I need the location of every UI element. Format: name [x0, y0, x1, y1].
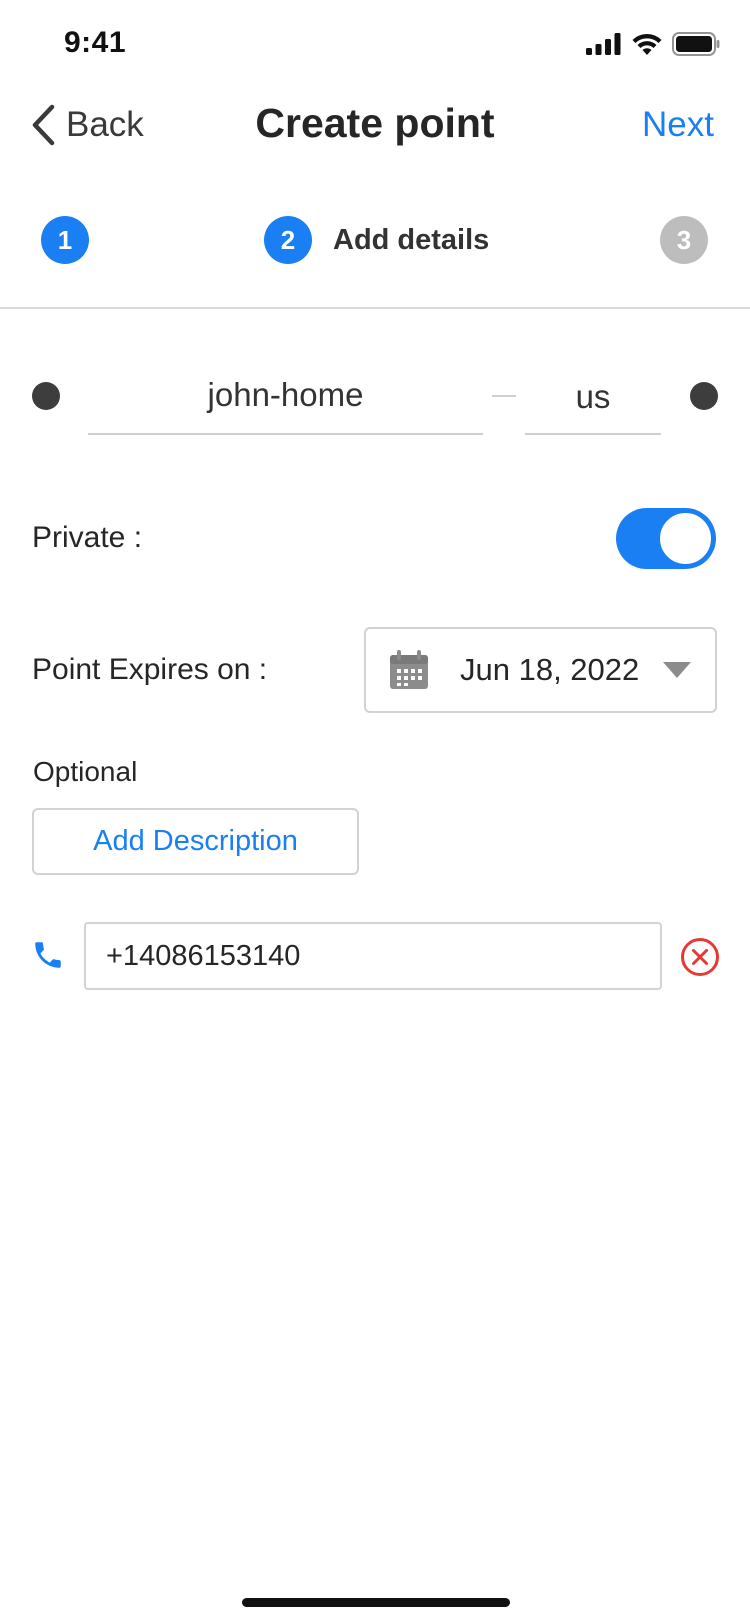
calendar-icon — [390, 650, 428, 689]
battery-icon — [672, 32, 720, 56]
step-2-label: Add details — [333, 224, 490, 256]
start-dot — [32, 382, 60, 410]
dropdown-caret-icon — [663, 662, 691, 678]
phone-icon — [35, 942, 61, 968]
next-button[interactable]: Next — [642, 105, 714, 145]
step-1-indicator: 1 — [41, 216, 89, 264]
expires-label: Point Expires on : — [32, 653, 268, 686]
toggle-knob — [659, 512, 712, 565]
optional-label: Optional — [33, 756, 138, 787]
name-separator-dash — [492, 395, 516, 397]
private-label: Private : — [32, 521, 143, 554]
status-icons — [586, 32, 720, 56]
back-button[interactable]: Back — [30, 104, 144, 146]
phone-number-input[interactable] — [84, 922, 662, 990]
step-2-indicator: 2 — [264, 216, 312, 264]
remove-phone-icon[interactable] — [680, 937, 720, 977]
end-dot — [690, 382, 718, 410]
step-3-indicator: 3 — [660, 216, 708, 264]
add-description-button[interactable]: Add Description — [32, 808, 359, 875]
cellular-signal-icon — [586, 33, 621, 55]
expiry-date-value: Jun 18, 2022 — [460, 652, 640, 687]
expiry-date-select[interactable]: Jun 18, 2022 — [364, 627, 717, 713]
chevron-left-icon — [32, 104, 55, 146]
point-name-field[interactable]: john-home — [88, 373, 483, 435]
private-toggle[interactable] — [616, 508, 716, 569]
wifi-icon — [632, 33, 662, 55]
back-label: Back — [66, 105, 144, 144]
home-indicator — [242, 1598, 510, 1607]
point-suffix-field[interactable]: us — [525, 375, 661, 435]
divider — [0, 307, 750, 309]
status-time: 9:41 — [64, 26, 127, 59]
